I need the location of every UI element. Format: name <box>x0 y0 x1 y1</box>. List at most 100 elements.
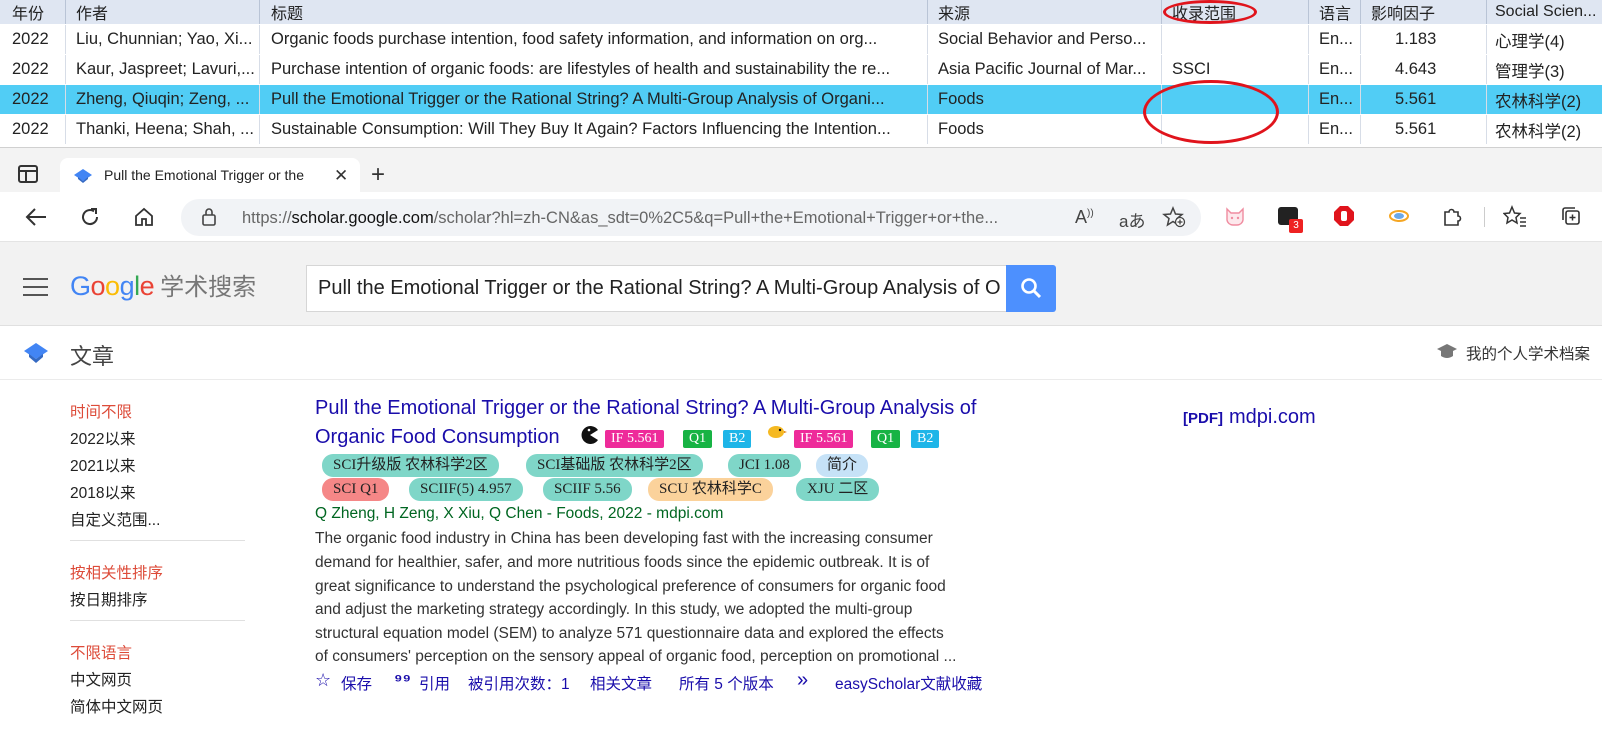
col-header-year[interactable]: 年份 <box>0 0 66 24</box>
rank-badge: B2 <box>723 430 752 448</box>
cell-source: Social Behavior and Perso... <box>928 25 1162 54</box>
close-tab-icon[interactable]: ✕ <box>334 166 348 186</box>
cell-author: Thanki, Heena; Shah, ... <box>66 115 260 144</box>
time-filter-custom[interactable]: 自定义范围... <box>70 508 160 530</box>
intro-pill[interactable]: 简介 <box>816 454 869 477</box>
my-profile-link[interactable]: 我的个人学术档案 <box>1466 342 1590 364</box>
col-header-ssci[interactable]: Social Scien... <box>1487 0 1602 24</box>
impact-value: 5.561 <box>1395 90 1437 108</box>
more-actions-icon[interactable]: » <box>797 669 808 692</box>
translate-icon[interactable]: aあ <box>1119 207 1145 232</box>
result-authors: Q Zheng, H Zeng, X Xiu, Q Chen - Foods, … <box>315 505 724 522</box>
cell-range <box>1162 25 1309 54</box>
cell-author: Liu, Chunnian; Yao, Xi... <box>66 25 260 54</box>
tab-actions-icon[interactable] <box>18 165 38 183</box>
scholar-logo[interactable]: Google 学术搜索 <box>70 267 256 302</box>
colorful-extension-icon[interactable] <box>1388 207 1410 225</box>
back-icon[interactable] <box>24 207 48 227</box>
cite-quote-icon[interactable]: ⁹⁹ <box>394 670 411 691</box>
scholar-favicon-icon <box>74 169 92 183</box>
journal-rank-pill: SCI Q1 <box>322 478 390 501</box>
all-versions-link[interactable]: 所有 5 个版本 <box>679 672 774 694</box>
url-text[interactable]: https://scholar.google.com/scholar?hl=zh… <box>242 209 998 228</box>
profile-link-label: 我的个人学术档案 <box>1466 346 1591 363</box>
time-filter-since-2018[interactable]: 2018以来 <box>70 481 135 503</box>
cell-impact: 5.561 <box>1361 85 1487 114</box>
cell-impact: 1.183 <box>1361 25 1487 54</box>
snippet-line: structural equation model (SEM) to analy… <box>315 625 944 642</box>
language-any[interactable]: 不限语言 <box>70 641 132 663</box>
toolbar-divider <box>1484 207 1485 227</box>
rank-badge: B2 <box>911 430 940 448</box>
scholar-cap-icon <box>24 343 48 363</box>
pacman-icon[interactable] <box>580 425 600 445</box>
snippet-line: great significance to understand the psy… <box>315 578 946 595</box>
cell-year: 2022 <box>0 115 66 144</box>
search-input[interactable]: Pull the Emotional Trigger or the Ration… <box>306 265 1006 312</box>
col-header-range[interactable]: 收录范围 <box>1162 0 1309 24</box>
result-title-line2[interactable]: Organic Food Consumption <box>315 426 560 449</box>
menu-icon[interactable] <box>23 278 48 296</box>
cite-link[interactable]: 引用 <box>419 672 450 694</box>
search-button[interactable] <box>1006 265 1056 312</box>
menu-divider <box>70 540 245 541</box>
cell-language: En... <box>1309 25 1361 54</box>
cell-author: Zheng, Qiuqin; Zeng, ... <box>66 85 260 114</box>
refresh-icon[interactable] <box>79 206 101 228</box>
col-header-author[interactable]: 作者 <box>66 0 260 24</box>
cell-title: Pull the Emotional Trigger or the Ration… <box>260 85 928 114</box>
table-row-selected[interactable]: 2022 Zheng, Qiuqin; Zeng, ... Pull the E… <box>0 85 1602 114</box>
related-articles-link[interactable]: 相关文章 <box>590 672 652 694</box>
quartile-badge: Q1 <box>683 430 713 448</box>
scholar-subheader <box>0 326 1602 380</box>
adblock-icon[interactable] <box>1333 205 1355 227</box>
sort-by-date[interactable]: 按日期排序 <box>70 588 148 610</box>
sort-by-relevance[interactable]: 按相关性排序 <box>70 561 163 583</box>
graduation-cap-icon[interactable] <box>1436 343 1458 361</box>
time-filter-any[interactable]: 时间不限 <box>70 400 132 422</box>
table-row[interactable]: 2022 Thanki, Heena; Shah, ... Sustainabl… <box>0 115 1602 144</box>
if-badge: IF 5.561 <box>794 430 854 448</box>
col-header-source[interactable]: 来源 <box>928 0 1162 24</box>
snippet-line: demand for healthier, safer, and more nu… <box>315 554 930 571</box>
cell-range <box>1162 115 1309 144</box>
time-filter-since-2021[interactable]: 2021以来 <box>70 454 135 476</box>
save-star-icon[interactable]: ☆ <box>315 670 331 691</box>
new-tab-icon[interactable]: + <box>371 161 385 189</box>
result-title-line1[interactable]: Pull the Emotional Trigger or the Ration… <box>315 397 976 420</box>
add-favorite-icon[interactable] <box>1162 206 1186 228</box>
cell-title: Organic foods purchase intention, food s… <box>260 25 928 54</box>
cell-source: Foods <box>928 85 1162 114</box>
language-chinese[interactable]: 中文网页 <box>70 668 132 690</box>
language-simplified-chinese[interactable]: 简体中文网页 <box>70 695 163 717</box>
cell-language: En... <box>1309 55 1361 84</box>
collections-icon[interactable] <box>1560 205 1582 227</box>
table-header: 年份 作者 标题 来源 收录范围 语言 影响因子 Social Scien... <box>0 0 1602 24</box>
time-filter-since-2022[interactable]: 2022以来 <box>70 427 135 449</box>
col-header-language[interactable]: 语言 <box>1309 0 1361 24</box>
pdf-link[interactable]: [PDF] mdpi.com <box>1183 406 1316 429</box>
lock-icon[interactable] <box>201 207 217 227</box>
logo-subtitle: 学术搜索 <box>160 274 257 301</box>
favorites-icon[interactable] <box>1503 205 1527 227</box>
snippet-line: and adjust the marketing strategy accord… <box>315 601 913 618</box>
col-header-title[interactable]: 标题 <box>260 0 928 24</box>
extensions-puzzle-icon[interactable] <box>1441 205 1463 227</box>
table-row[interactable]: 2022 Kaur, Jaspreet; Lavuri,... Purchase… <box>0 55 1602 84</box>
col-header-impact[interactable]: 影响因子 <box>1361 0 1487 24</box>
search-icon <box>1021 278 1042 299</box>
cell-ssci: 心理学(4) <box>1495 32 1565 51</box>
cell-source: Asia Pacific Journal of Mar... <box>928 55 1162 84</box>
cited-by-link[interactable]: 被引用次数：1 <box>468 672 570 694</box>
cell-year: 2022 <box>0 55 66 84</box>
save-link[interactable]: 保存 <box>341 672 372 694</box>
reference-table: 年份 作者 标题 来源 收录范围 语言 影响因子 Social Scien...… <box>0 0 1602 148</box>
home-icon[interactable] <box>133 206 155 228</box>
read-aloud-icon[interactable]: A)) <box>1075 207 1094 228</box>
cat-extension-icon[interactable] <box>1224 205 1246 227</box>
easyscholar-link[interactable]: easyScholar文献收藏 <box>835 672 982 694</box>
table-row[interactable]: 2022 Liu, Chunnian; Yao, Xi... Organic f… <box>0 25 1602 54</box>
bird-icon[interactable] <box>765 422 787 440</box>
browser-tab[interactable]: Pull the Emotional Trigger or the <box>60 158 360 192</box>
cell-impact: 5.561 <box>1361 115 1487 144</box>
